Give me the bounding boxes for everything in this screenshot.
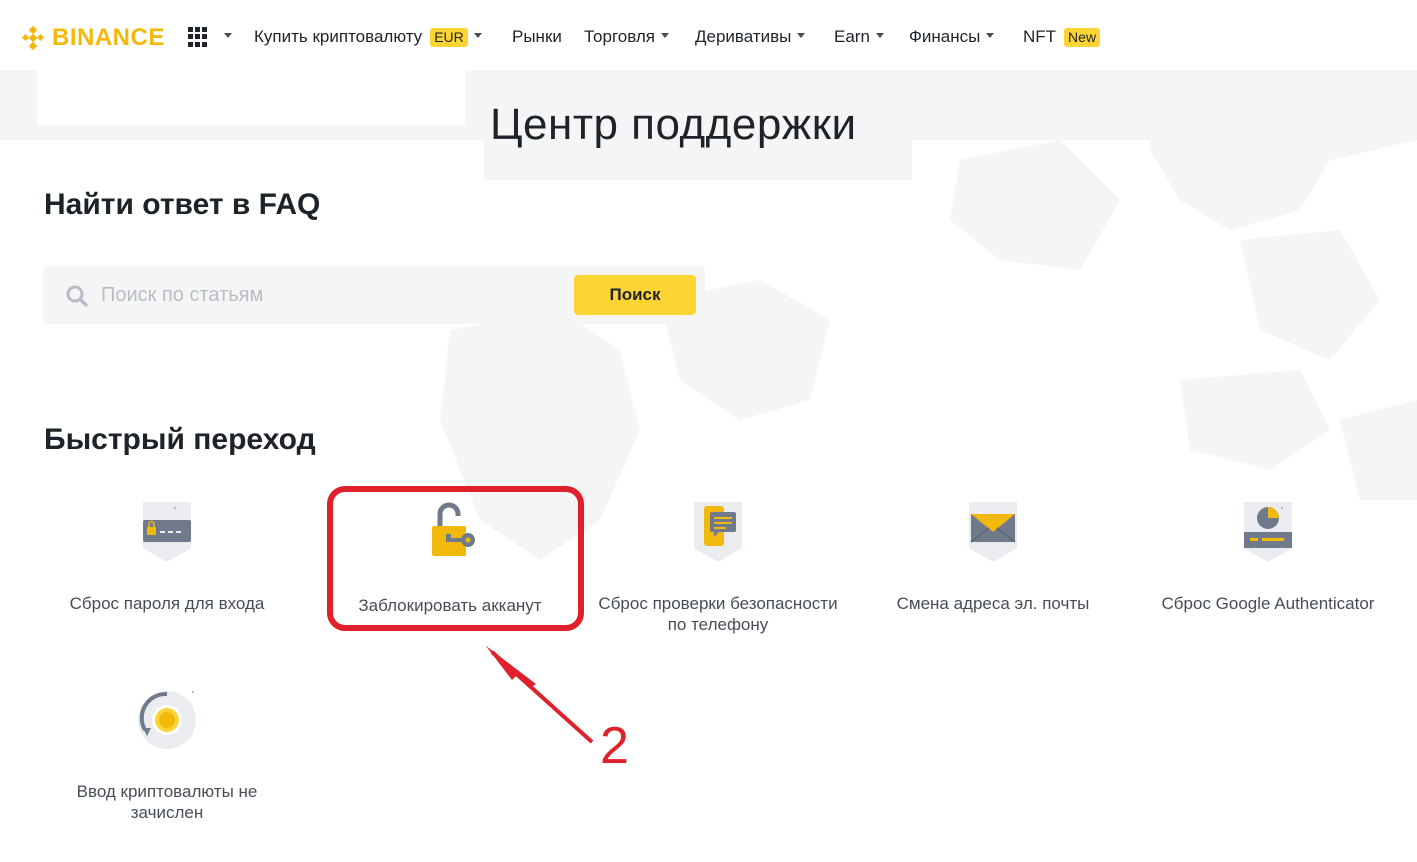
nav-item-label: Деривативы: [695, 27, 792, 46]
phone-message-icon: [694, 502, 742, 562]
tile-label: Смена адреса эл. почты: [896, 594, 1090, 613]
quick-link-reset-google-authenticator[interactable]: Сброс Google Authenticator: [1143, 500, 1393, 614]
quick-links-heading: Быстрый переход: [44, 423, 316, 456]
search-input[interactable]: [101, 278, 561, 312]
nav-item-label: NFT: [1023, 27, 1057, 46]
annotation-step-number: 2: [600, 717, 629, 775]
faq-search-bar: Поиск: [43, 266, 705, 324]
currency-badge: EUR: [430, 27, 468, 47]
quick-link-deposit-not-credited[interactable]: Ввод криптовалюты не зачислен: [42, 688, 292, 823]
chevron-down-icon: [661, 32, 670, 38]
page-title: Центр поддержки: [490, 100, 857, 149]
nav-item-finance[interactable]: Финансы: [909, 27, 995, 47]
binance-logo-icon: [21, 25, 45, 51]
nav-item-label: Купить криптовалюту: [254, 27, 423, 46]
chevron-down-icon: [224, 32, 232, 38]
chevron-down-icon: [473, 32, 482, 38]
deposit-coin-icon: [138, 690, 196, 749]
nav-item-derivatives[interactable]: Деривативы: [695, 27, 806, 47]
tile-label: Сброс проверки безопасности по телефону: [598, 594, 838, 634]
annotation-highlight-box: [327, 486, 584, 631]
nav-item-label: Earn: [834, 27, 870, 46]
authenticator-icon: [1244, 502, 1292, 562]
quick-link-change-email[interactable]: Смена адреса эл. почты: [868, 500, 1118, 614]
tile-label: Сброс пароля для входа: [69, 594, 265, 613]
top-navigation: BINANCE Купить криптовалюту EUR Рынки То…: [0, 0, 1417, 70]
nav-item-label: Финансы: [909, 27, 981, 46]
quick-link-reset-phone-verification[interactable]: Сброс проверки безопасности по телефону: [593, 500, 843, 635]
chevron-down-icon: [986, 32, 995, 38]
nav-item-label: Торговля: [584, 27, 656, 46]
nav-item-nft[interactable]: NFT New: [1023, 27, 1101, 47]
nav-item-buy-crypto[interactable]: Купить криптовалюту EUR: [254, 27, 482, 47]
envelope-icon: [969, 502, 1017, 562]
tile-label: Сброс Google Authenticator: [1161, 594, 1375, 613]
apps-grid-icon: [188, 27, 208, 47]
chevron-down-icon: [797, 32, 806, 38]
binance-logo[interactable]: BINANCE: [20, 24, 165, 52]
new-badge: New: [1064, 27, 1101, 47]
nav-item-markets[interactable]: Рынки: [512, 27, 562, 47]
search-icon: [66, 285, 88, 307]
tile-label: Ввод криптовалюты не зачислен: [76, 782, 258, 822]
nav-item-earn[interactable]: Earn: [834, 27, 884, 47]
search-button[interactable]: Поиск: [574, 275, 696, 315]
faq-heading: Найти ответ в FAQ: [44, 188, 321, 221]
header-background-box: [37, 70, 465, 125]
nav-item-trade[interactable]: Торговля: [584, 27, 670, 47]
quick-link-reset-password[interactable]: Сброс пароля для входа: [42, 500, 292, 614]
card-lock-icon: [143, 502, 191, 562]
apps-menu-button[interactable]: [188, 27, 232, 47]
brand-name: BINANCE: [52, 24, 165, 51]
nav-item-label: Рынки: [512, 27, 562, 46]
chevron-down-icon: [875, 32, 884, 38]
